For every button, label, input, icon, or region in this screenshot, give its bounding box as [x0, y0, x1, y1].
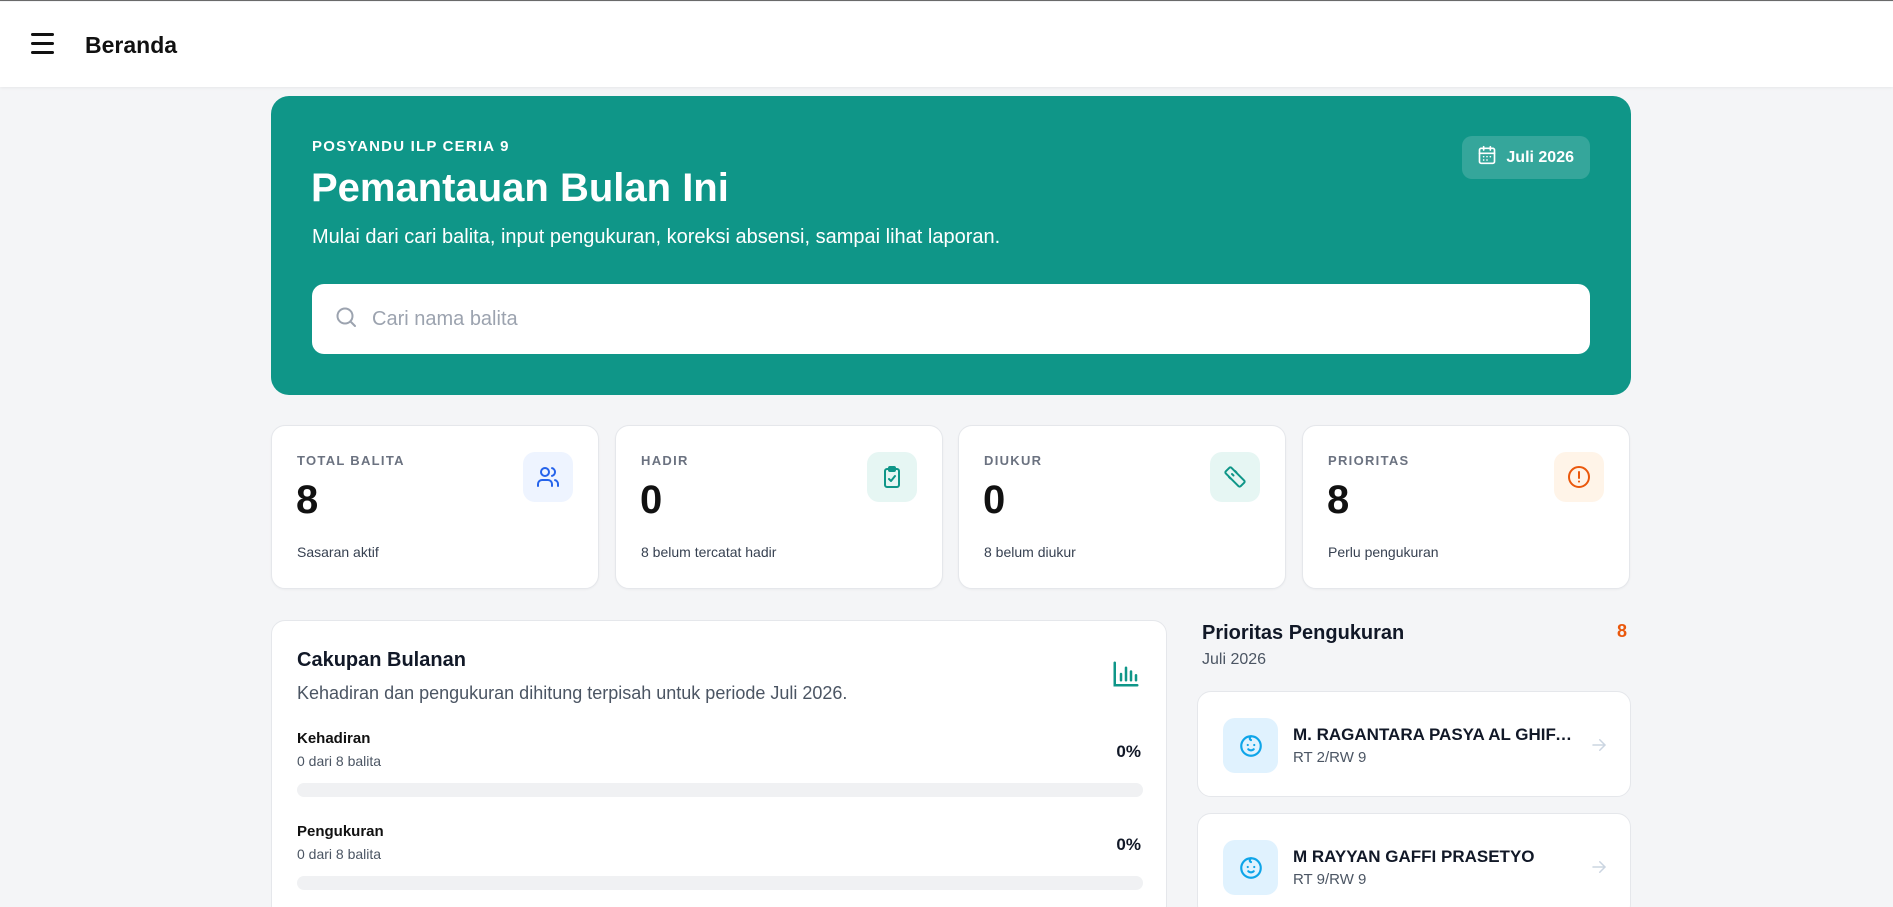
priority-count-badge: 8 [1616, 621, 1627, 641]
top-bar: Beranda [0, 2, 1893, 87]
child-name: M. RAGANTARA PASYA AL GHIFARI [1293, 725, 1583, 744]
hero-title: Pemantauan Bulan Ini [311, 166, 729, 210]
arrow-right-icon [1590, 736, 1608, 759]
stat-card-diukur: DIUKUR 0 8 belum diukur [958, 425, 1286, 589]
child-address: RT 2/RW 9 [1293, 749, 1367, 766]
stat-sub: Perlu pengukuran [1328, 544, 1439, 560]
priority-item[interactable]: M RAYYAN GAFFI PRASETYO RT 9/RW 9 [1197, 813, 1631, 907]
stat-value: 8 [1327, 478, 1350, 522]
search-input[interactable] [372, 307, 1552, 331]
users-icon [523, 452, 573, 502]
child-name: M RAYYAN GAFFI PRASETYO [1293, 847, 1535, 866]
baby-icon [1223, 718, 1278, 773]
ruler-icon [1210, 452, 1260, 502]
stat-card-total-balita: TOTAL BALITA 8 Sasaran aktif [271, 425, 599, 589]
posyandu-name: POSYANDU ILP CERIA 9 [312, 138, 510, 155]
clipboard-check-icon [867, 452, 917, 502]
coverage-card: Cakupan Bulanan Kehadiran dan pengukuran… [271, 620, 1167, 907]
attendance-label: Kehadiran [297, 730, 371, 747]
coverage-subtitle: Kehadiran dan pengukuran dihitung terpis… [297, 683, 848, 703]
stat-card-hadir: HADIR 0 8 belum tercatat hadir [615, 425, 943, 589]
stat-sub: 8 belum diukur [984, 544, 1076, 560]
child-address: RT 9/RW 9 [1293, 871, 1367, 888]
attendance-sub: 0 dari 8 balita [297, 753, 382, 769]
search-box[interactable] [312, 284, 1590, 354]
stat-label: TOTAL BALITA [297, 453, 405, 468]
hero-subtitle: Mulai dari cari balita, input pengukuran… [312, 226, 1001, 248]
alert-circle-icon [1554, 452, 1604, 502]
priority-title: Prioritas Pengukuran [1202, 622, 1405, 644]
stat-sub: Sasaran aktif [297, 544, 379, 560]
measurement-label: Pengukuran [297, 823, 384, 840]
month-selector[interactable]: Juli 2026 [1462, 136, 1590, 179]
month-label: Juli 2026 [1506, 148, 1574, 166]
priority-subtitle: Juli 2026 [1202, 651, 1267, 668]
page-title: Beranda [85, 32, 178, 58]
stat-label: PRIORITAS [1328, 453, 1410, 468]
attendance-progress-bar [297, 783, 1143, 797]
coverage-title: Cakupan Bulanan [297, 649, 466, 671]
stat-value: 0 [640, 478, 663, 522]
stat-sub: 8 belum tercatat hadir [641, 544, 777, 560]
measurement-progress-bar [297, 876, 1143, 890]
calendar-icon [1477, 145, 1497, 170]
stat-value: 8 [296, 478, 319, 522]
stat-label: HADIR [641, 453, 689, 468]
measurement-percent: 0% [1116, 835, 1141, 854]
bar-chart-icon [1111, 659, 1141, 694]
menu-icon[interactable] [31, 33, 54, 54]
measurement-sub: 0 dari 8 balita [297, 846, 382, 862]
arrow-right-icon [1590, 858, 1608, 881]
stat-value: 0 [983, 478, 1006, 522]
priority-item[interactable]: M. RAGANTARA PASYA AL GHIFARI RT 2/RW 9 [1197, 691, 1631, 797]
hero-banner: POSYANDU ILP CERIA 9 Pemantauan Bulan In… [271, 96, 1631, 395]
attendance-percent: 0% [1116, 742, 1141, 761]
baby-icon [1223, 840, 1278, 895]
search-icon [334, 305, 358, 334]
stat-card-prioritas: PRIORITAS 8 Perlu pengukuran [1302, 425, 1630, 589]
stat-label: DIUKUR [984, 453, 1043, 468]
